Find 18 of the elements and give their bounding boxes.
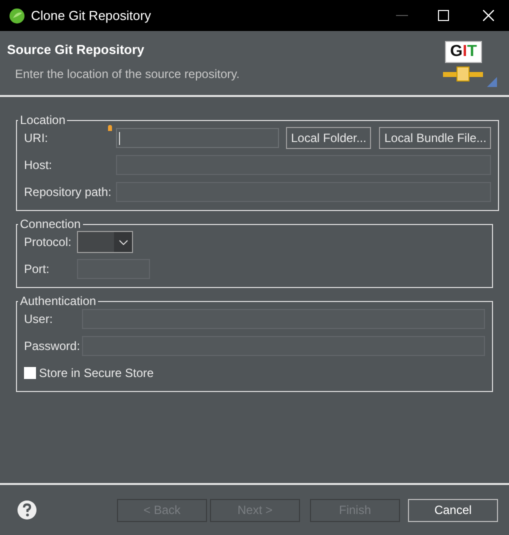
checkbox-label[interactable]: Store in Secure Store [39,364,154,382]
browse-button[interactable]: Local Bundle File... [379,127,492,149]
field-label: Port: [24,261,50,278]
field-label: Repository path: [24,184,112,201]
wizard-button[interactable]: Cancel [408,498,498,522]
page-description: Enter the location of the source repository. [15,66,241,82]
field-label: Protocol: [24,234,72,251]
browse-button[interactable]: Local Folder... [286,127,372,149]
field-label: User: [24,311,54,328]
group-title: Location [19,113,66,127]
group-title: Authentication [19,294,98,308]
page-title: Source Git Repository [7,41,146,59]
field-label: URI: [24,130,49,147]
group-title: Connection [19,217,82,231]
window-title: Clone Git Repository [31,6,151,25]
field-label: Password: [24,338,82,355]
field-label: Host: [24,157,54,174]
logo-text: GIT [445,41,482,63]
